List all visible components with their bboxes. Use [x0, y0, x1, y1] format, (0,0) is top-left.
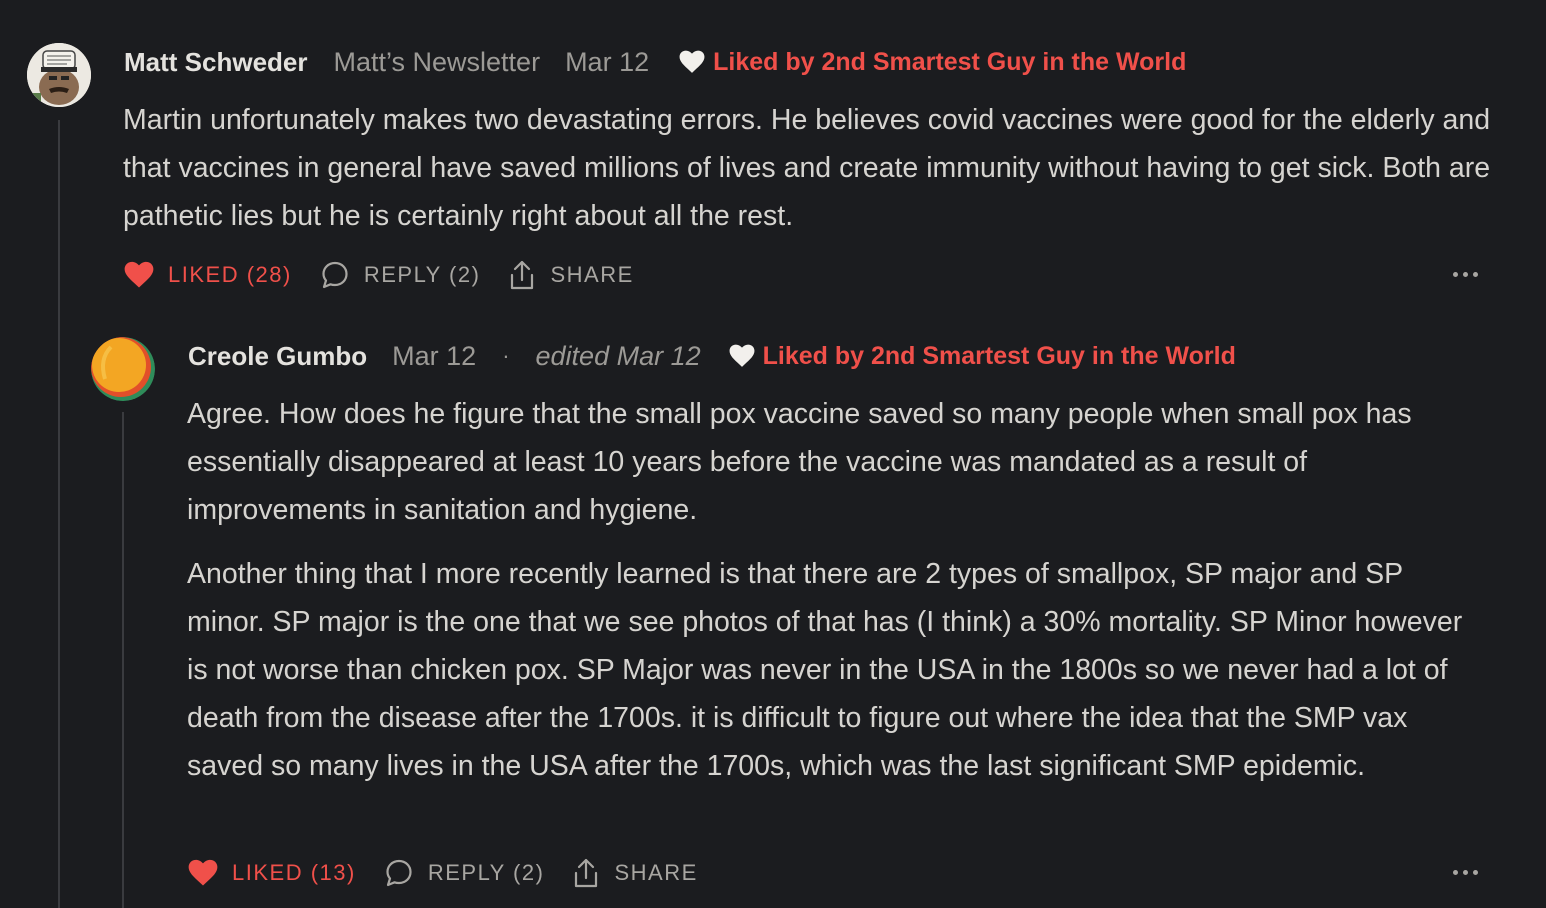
more-dot [1463, 272, 1468, 277]
more-options-button[interactable] [1453, 272, 1478, 277]
comment-header: Matt Schweder Matt’s Newsletter Mar 12 L… [124, 44, 1186, 80]
comment-paragraph: Agree. How does he figure that the small… [187, 398, 1412, 526]
like-button[interactable]: LIKED (28) [124, 261, 292, 289]
like-count-label: LIKED (28) [168, 262, 292, 287]
publication-name[interactable]: Matt’s Newsletter [334, 47, 541, 78]
comment-actions: LIKED (13) REPLY (2) SHARE [188, 856, 698, 890]
comment-paragraph: Another thing that I more recently learn… [187, 558, 1463, 782]
reply-button[interactable]: REPLY (2) [320, 260, 481, 290]
avatar[interactable] [91, 337, 155, 401]
like-count-label: LIKED (13) [232, 860, 356, 885]
avatar[interactable] [27, 43, 91, 107]
reply-count-label: REPLY (2) [427, 860, 545, 885]
avatar-gradient-icon [91, 337, 155, 401]
heart-filled-icon [124, 261, 154, 288]
share-button[interactable]: SHARE [508, 259, 633, 291]
liked-by-badge: Liked by 2nd Smartest Guy in the World [679, 48, 1186, 77]
liked-by-text: Liked by 2nd Smartest Guy in the World [762, 341, 1236, 370]
separator-dot: · [502, 343, 510, 368]
author-name[interactable]: Creole Gumbo [188, 341, 367, 372]
more-dot [1473, 870, 1478, 875]
share-button[interactable]: SHARE [572, 857, 697, 889]
more-dot [1463, 870, 1468, 875]
more-dot [1453, 272, 1458, 277]
thread-line-outer [58, 120, 60, 908]
speech-bubble-icon [322, 261, 348, 289]
reply-count-label: REPLY (2) [363, 262, 481, 287]
speech-bubble-icon [386, 859, 412, 887]
comment-body: Agree. How does he figure that the small… [187, 390, 1477, 790]
like-button[interactable]: LIKED (13) [188, 859, 356, 887]
author-name[interactable]: Matt Schweder [124, 47, 308, 78]
comment-date[interactable]: Mar 12 [392, 341, 476, 372]
edited-label: edited Mar 12 [535, 340, 701, 371]
more-dot [1473, 272, 1478, 277]
share-label: SHARE [550, 262, 634, 287]
share-icon [575, 858, 598, 888]
heart-icon [729, 344, 755, 367]
comment-actions: LIKED (28) REPLY (2) SHARE [124, 258, 634, 292]
comment-body: Martin unfortunately makes two devastati… [123, 96, 1503, 240]
liked-by-badge: Liked by 2nd Smartest Guy in the World [729, 342, 1236, 371]
avatar-photo-icon [27, 43, 91, 107]
share-label: SHARE [614, 860, 698, 885]
liked-by-text: Liked by 2nd Smartest Guy in the World [713, 47, 1187, 76]
reply-button[interactable]: REPLY (2) [384, 858, 545, 888]
comment-paragraph: Martin unfortunately makes two devastati… [123, 104, 1491, 232]
thread-line-inner [122, 412, 124, 908]
comment-header: Creole Gumbo Mar 12 · edited Mar 12 Like… [188, 338, 1236, 374]
heart-icon [679, 50, 705, 73]
share-icon [511, 260, 534, 290]
comment-date[interactable]: Mar 12 [565, 47, 649, 78]
more-dot [1453, 870, 1458, 875]
more-options-button[interactable] [1453, 870, 1478, 875]
heart-filled-icon [188, 859, 218, 886]
